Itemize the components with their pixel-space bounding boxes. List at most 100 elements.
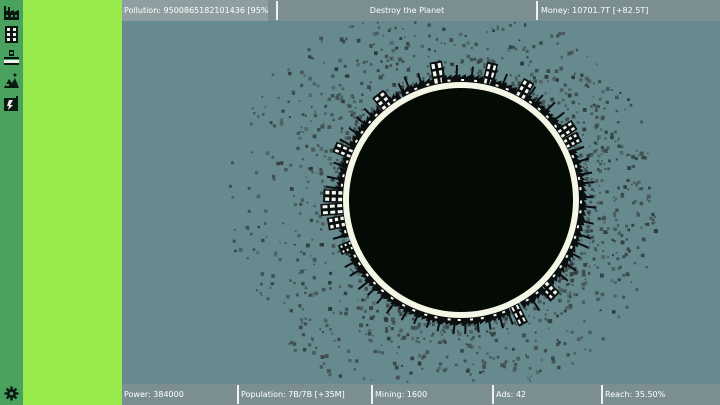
smoke-particle [231, 196, 235, 199]
smoke-particle [573, 294, 576, 297]
smoke-particle [289, 279, 292, 282]
smoke-particle [648, 186, 651, 190]
smoke-particle [354, 123, 358, 126]
smoke-particle [337, 345, 340, 348]
smoke-particle [303, 322, 308, 326]
smoke-particle [563, 289, 567, 293]
smoke-particle [602, 250, 605, 253]
smoke-particle [358, 279, 362, 283]
smoke-particle [484, 63, 487, 66]
smoke-particle [586, 166, 588, 168]
smoke-particle [556, 42, 559, 45]
smoke-particle [311, 238, 314, 241]
bottom-status-bar: Power: 384000 Population: 7B/7B [+35M] M… [122, 384, 720, 405]
smoke-particle [472, 363, 475, 366]
game-area[interactable] [122, 21, 720, 384]
smoke-particle [600, 292, 605, 297]
smoke-particle [320, 92, 323, 96]
smoke-particle [366, 296, 369, 299]
smoke-particle [600, 217, 603, 221]
smoke-particle [614, 140, 617, 143]
smoke-particle [324, 112, 327, 115]
smoke-particle [329, 271, 333, 275]
smoke-particle [384, 54, 389, 58]
smoke-particle [613, 196, 615, 198]
smoke-particle [538, 79, 543, 84]
building-icon[interactable] [2, 25, 21, 44]
smoke-particle [637, 154, 640, 156]
smoke-particle [489, 356, 492, 359]
smoke-particle [560, 56, 563, 59]
smoke-particle [364, 287, 368, 291]
smoke-particle [605, 87, 610, 91]
smoke-particle [567, 51, 572, 56]
smoke-particle [325, 104, 328, 107]
smoke-particle [620, 145, 624, 149]
smoke-particle [518, 39, 521, 42]
smoke-particle [605, 190, 609, 194]
smoke-particle [454, 364, 457, 366]
smoke-particle [466, 54, 470, 59]
smoke-particle [588, 330, 592, 335]
smoke-particle [380, 48, 383, 51]
smoke-particle [338, 83, 342, 87]
smoke-particle [338, 374, 342, 378]
smoke-particle [367, 331, 372, 336]
smoke-particle [596, 168, 600, 171]
smoke-particle [628, 154, 631, 156]
smoke-particle [586, 217, 590, 221]
smoke-particle [550, 97, 554, 102]
factory-icon[interactable] [2, 3, 21, 22]
smoke-particle [277, 96, 280, 99]
smoke-particle [340, 95, 344, 99]
smoke-particle [374, 51, 378, 56]
smoke-particle [558, 279, 562, 283]
smoke-particle [289, 309, 293, 313]
smoke-particle [400, 338, 403, 340]
smoke-particle [598, 80, 602, 84]
smoke-particle [465, 343, 468, 345]
smoke-particle [522, 48, 525, 51]
smoke-particle [293, 281, 296, 285]
smoke-particle [556, 339, 559, 342]
smoke-particle [391, 48, 396, 53]
smoke-particle [329, 328, 332, 331]
smoke-particle [535, 81, 537, 83]
planet-scene[interactable] [122, 21, 720, 384]
smoke-particle [546, 69, 551, 73]
smoke-particle [292, 194, 296, 197]
smoke-particle [410, 356, 415, 361]
power-plant-icon[interactable] [2, 48, 21, 67]
smoke-particle [362, 377, 366, 381]
smoke-particle [584, 76, 589, 81]
smoke-particle [569, 291, 572, 294]
smoke-particle [273, 124, 276, 128]
smoke-particle [414, 35, 416, 37]
smoke-particle [589, 241, 591, 244]
smoke-particle [631, 223, 635, 227]
smoke-particle [348, 110, 350, 113]
smoke-particle [348, 359, 352, 363]
smoke-particle [566, 108, 569, 111]
smoke-particle [330, 94, 335, 98]
smoke-particle [473, 57, 477, 61]
smoke-particle [639, 201, 644, 206]
smoke-particle [290, 340, 294, 345]
smoke-particle [509, 74, 512, 77]
smoke-particle [601, 160, 603, 162]
smoke-particle [436, 369, 440, 373]
ad-icon[interactable] [2, 94, 21, 113]
smoke-particle [566, 353, 570, 357]
smoke-particle [441, 329, 444, 332]
smoke-particle [593, 82, 595, 85]
smoke-particle [313, 263, 315, 266]
smoke-particle [582, 287, 585, 290]
smoke-particle [327, 156, 332, 161]
mine-icon[interactable] [2, 71, 21, 90]
gear-icon[interactable] [2, 384, 21, 403]
smoke-particle [532, 316, 536, 319]
smoke-particle [234, 229, 236, 231]
smoke-particle [469, 373, 472, 376]
smoke-particle [321, 287, 326, 292]
planet[interactable] [349, 88, 573, 312]
